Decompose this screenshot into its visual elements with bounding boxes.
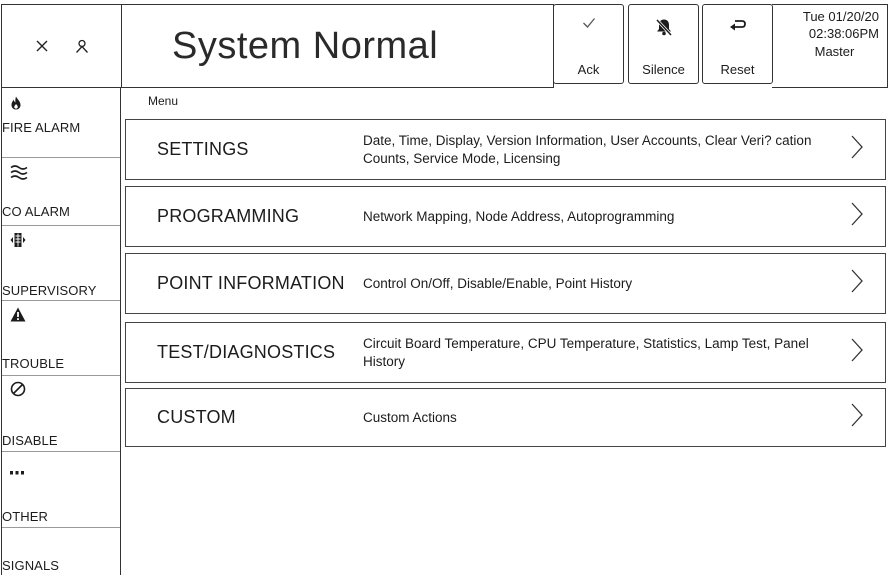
menu-row-custom[interactable]: CUSTOM Custom Actions [125, 388, 886, 447]
sidebar-item-label: CO ALARM [2, 204, 70, 219]
datetime-panel: Tue 01/20/20 02:38:06PM Master [772, 4, 888, 88]
menu-row-point-information[interactable]: POINT INFORMATION Control On/Off, Disabl… [125, 253, 886, 314]
warning-icon [10, 307, 26, 327]
close-icon[interactable] [35, 39, 49, 53]
menu-row-label: TEST/DIAGNOSTICS [157, 342, 336, 362]
menu-row-description: Circuit Board Temperature, CPU Temperatu… [363, 335, 809, 369]
user-icon[interactable] [75, 39, 89, 53]
disable-icon [10, 381, 26, 402]
chevron-right-icon [851, 202, 863, 231]
menu-row-description: Control On/Off, Disable/Enable, Point Hi… [363, 275, 633, 291]
chevron-right-icon [851, 269, 863, 298]
silence-button[interactable]: Silence [628, 4, 699, 84]
menu-row-description: Custom Actions [363, 409, 457, 425]
chevron-right-icon [851, 338, 863, 367]
sidebar-item-label: FIRE ALARM [2, 120, 81, 135]
sidebar-item-label: TROUBLE [2, 356, 65, 371]
menu-row-label: POINT INFORMATION [157, 273, 345, 293]
menu-row-description: Date, Time, Display, Version Information… [363, 132, 812, 166]
sidebar-item-other[interactable]: OTHER [2, 452, 120, 528]
sidebar-item-trouble[interactable]: TROUBLE [2, 301, 120, 376]
user-text: Master [814, 44, 855, 59]
sidebar-item-disable[interactable]: DISABLE [2, 376, 120, 452]
sidebar-item-co-alarm[interactable]: CO ALARM [2, 158, 120, 226]
silence-label: Silence [642, 62, 685, 77]
ack-button[interactable]: Ack [553, 4, 624, 84]
bell-off-icon [629, 17, 698, 37]
menu-row-label: SETTINGS [157, 139, 249, 159]
menu-row-programming[interactable]: PROGRAMMING Network Mapping, Node Addres… [125, 186, 886, 247]
sidebar-item-label: SUPERVISORY [2, 283, 97, 298]
sidebar: FIRE ALARM CO ALARM SUPERVISORY TROUBLE … [1, 88, 121, 575]
system-status: System Normal [121, 4, 554, 88]
menu-row-label: PROGRAMMING [157, 206, 300, 226]
flame-icon [10, 96, 22, 115]
reset-label: Reset [720, 62, 755, 77]
date-text: Tue 01/20/20 [802, 9, 879, 24]
sidebar-item-supervisory[interactable]: SUPERVISORY [2, 226, 120, 301]
waves-icon [10, 164, 28, 185]
check-icon [554, 17, 623, 29]
reset-arrow-icon [703, 17, 772, 33]
sidebar-item-label: SIGNALS SILENCED [2, 558, 68, 575]
time-text: 02:38:06PM [808, 26, 879, 41]
reset-button[interactable]: Reset [702, 4, 773, 84]
supervisory-icon [10, 232, 26, 253]
sidebar-item-label: OTHER [2, 509, 48, 524]
chevron-right-icon [851, 403, 863, 432]
sidebar-item-label: DISABLE [2, 433, 58, 448]
top-left-controls [1, 4, 121, 88]
sidebar-item-fire-alarm[interactable]: FIRE ALARM [2, 88, 120, 158]
sidebar-item-signals-silenced[interactable]: SIGNALS SILENCED [2, 528, 120, 575]
chevron-right-icon [851, 135, 863, 164]
menu-row-description: Network Mapping, Node Address, Autoprogr… [363, 208, 675, 224]
more-icon [10, 462, 24, 480]
menu-row-test-diagnostics[interactable]: TEST/DIAGNOSTICS Circuit Board Temperatu… [125, 322, 886, 383]
menu-row-settings[interactable]: SETTINGS Date, Time, Display, Version In… [125, 119, 886, 180]
ack-label: Ack [577, 62, 600, 77]
menu-title: Menu [148, 94, 179, 108]
menu-row-label: CUSTOM [157, 407, 236, 427]
